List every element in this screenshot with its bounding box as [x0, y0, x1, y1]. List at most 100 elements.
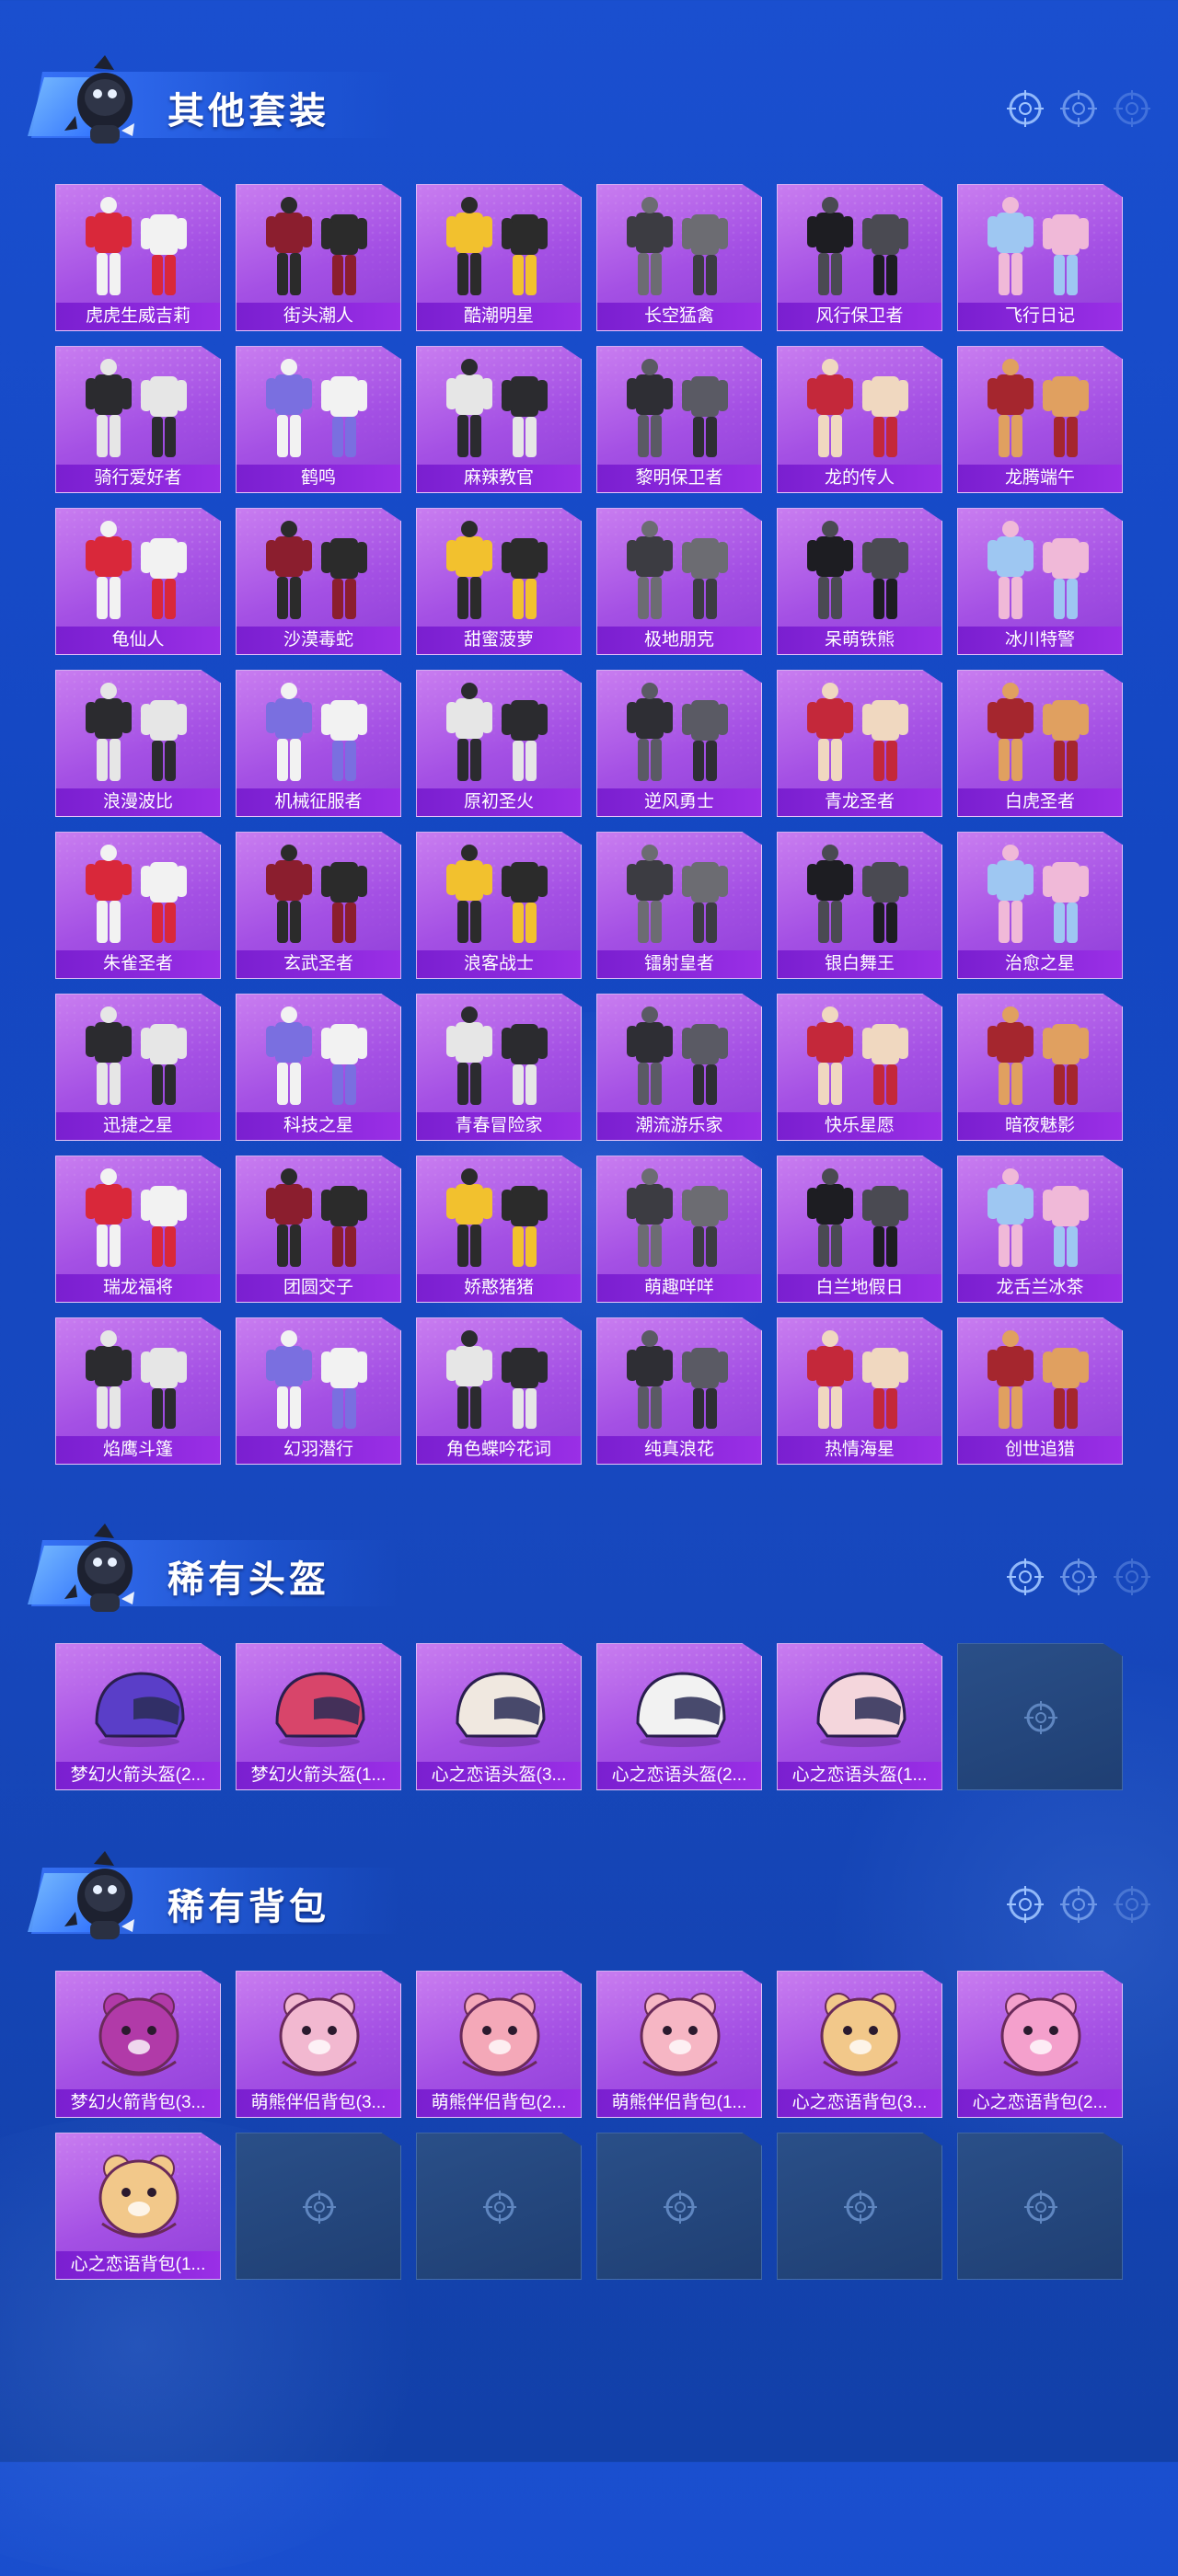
item-card[interactable]: 心之恋语背包(3... — [777, 1971, 942, 2118]
item-name: 酷潮明星 — [417, 303, 581, 330]
item-card[interactable]: 快乐星愿 — [777, 994, 942, 1141]
violet-outfit-icon — [616, 840, 745, 952]
item-card[interactable]: 白兰地假日 — [777, 1156, 942, 1303]
item-card[interactable]: 心之恋语背包(1... — [55, 2133, 221, 2280]
item-name: 风行保卫者 — [778, 303, 941, 330]
item-card[interactable]: 风行保卫者 — [777, 184, 942, 331]
empty-slot-icon — [660, 2187, 700, 2227]
item-name: 萌熊伴侣背包(2... — [417, 2089, 581, 2117]
item-card[interactable]: 鹤鸣 — [236, 346, 401, 493]
item-card[interactable]: 暗夜魅影 — [957, 994, 1123, 1141]
item-card[interactable]: 团圆交子 — [236, 1156, 401, 1303]
item-name: 心之恋语背包(1... — [56, 2251, 220, 2279]
item-name: 极地朋克 — [597, 627, 761, 654]
item-card[interactable]: 冰川特警 — [957, 508, 1123, 655]
yellow-outfit-icon — [435, 516, 564, 628]
item-card[interactable]: 梦幻火箭头盔(1... — [236, 1643, 401, 1790]
section-other-outfits: 其他套装 虎虎生威吉莉 街头潮人 酷潮明星 长空猛禽 风行保卫者 飞行日记 骑行… — [0, 40, 1178, 1465]
item-card[interactable]: 逆风勇士 — [596, 670, 762, 817]
item-card[interactable]: 角色蝶吟花词 — [416, 1317, 582, 1465]
pink-outfit-icon — [435, 1164, 564, 1276]
item-grid: 梦幻火箭背包(3... 萌熊伴侣背包(3... 萌熊伴侣背包(2... 萌熊伴侣… — [55, 1971, 1123, 2280]
item-name: 浪漫波比 — [56, 788, 220, 816]
section-header: 其他套装 — [0, 40, 1178, 144]
header-decoration — [1005, 1884, 1152, 1925]
item-card[interactable]: 龙舌兰冰茶 — [957, 1156, 1123, 1303]
empty-slot[interactable] — [777, 2133, 942, 2280]
item-card[interactable]: 黎明保卫者 — [596, 346, 762, 493]
item-card[interactable]: 焰鹰斗篷 — [55, 1317, 221, 1465]
white-uniform-outfit-icon — [435, 354, 564, 466]
item-card[interactable]: 心之恋语头盔(3... — [416, 1643, 582, 1790]
item-card[interactable]: 白虎圣者 — [957, 670, 1123, 817]
red-outfit-icon — [75, 192, 203, 305]
item-card[interactable]: 原初圣火 — [416, 670, 582, 817]
item-card[interactable]: 镭射皇者 — [596, 832, 762, 979]
item-card[interactable]: 青龙圣者 — [777, 670, 942, 817]
empty-slot[interactable] — [236, 2133, 401, 2280]
item-card[interactable]: 心之恋语头盔(2... — [596, 1643, 762, 1790]
item-card[interactable]: 麻辣教官 — [416, 346, 582, 493]
item-card[interactable]: 龟仙人 — [55, 508, 221, 655]
item-card[interactable]: 萌熊伴侣背包(1... — [596, 1971, 762, 2118]
item-card[interactable]: 虎虎生威吉莉 — [55, 184, 221, 331]
item-card[interactable]: 浪漫波比 — [55, 670, 221, 817]
item-card[interactable]: 甜蜜菠萝 — [416, 508, 582, 655]
item-card[interactable]: 治愈之星 — [957, 832, 1123, 979]
empty-slot[interactable] — [416, 2133, 582, 2280]
item-card[interactable]: 萌熊伴侣背包(3... — [236, 1971, 401, 2118]
item-card[interactable]: 银白舞王 — [777, 832, 942, 979]
item-card[interactable]: 龙腾端午 — [957, 346, 1123, 493]
item-name: 骑行爱好者 — [56, 465, 220, 492]
item-name: 瑞龙福将 — [56, 1274, 220, 1302]
item-card[interactable]: 科技之星 — [236, 994, 401, 1141]
item-card[interactable]: 心之恋语头盔(1... — [777, 1643, 942, 1790]
item-name: 快乐星愿 — [778, 1112, 941, 1140]
mascot-icon — [64, 55, 134, 144]
item-card[interactable]: 潮流游乐家 — [596, 994, 762, 1141]
camo-outfit-icon — [616, 192, 745, 305]
item-card[interactable]: 浪客战士 — [416, 832, 582, 979]
grey-dark-outfit-icon — [75, 1002, 203, 1114]
item-name: 萌趣咩咩 — [597, 1274, 761, 1302]
item-card[interactable]: 呆萌铁熊 — [777, 508, 942, 655]
empty-slot[interactable] — [596, 2133, 762, 2280]
empty-slot[interactable] — [957, 1643, 1123, 1790]
teal-dark-outfit-icon — [976, 1002, 1105, 1114]
item-card[interactable]: 街头潮人 — [236, 184, 401, 331]
item-card[interactable]: 青春冒险家 — [416, 994, 582, 1141]
section-rare-helmets: 稀有头盔 梦幻火箭头盔(2... 梦幻火箭头盔(1... 心之恋语头盔(3...… — [0, 1509, 1178, 1790]
item-card[interactable]: 极地朋克 — [596, 508, 762, 655]
item-card[interactable]: 迅捷之星 — [55, 994, 221, 1141]
item-name: 治愈之星 — [958, 950, 1122, 978]
section-title: 稀有头盔 — [167, 1559, 329, 1600]
item-card[interactable]: 萌熊伴侣背包(2... — [416, 1971, 582, 2118]
item-card[interactable]: 酷潮明星 — [416, 184, 582, 331]
item-card[interactable]: 瑞龙福将 — [55, 1156, 221, 1303]
item-name: 焰鹰斗篷 — [56, 1436, 220, 1464]
item-card[interactable]: 萌趣咩咩 — [596, 1156, 762, 1303]
item-card[interactable]: 沙漠毒蛇 — [236, 508, 401, 655]
item-card[interactable]: 长空猛禽 — [596, 184, 762, 331]
empty-slot[interactable] — [957, 2133, 1123, 2280]
item-card[interactable]: 梦幻火箭背包(3... — [55, 1971, 221, 2118]
item-card[interactable]: 朱雀圣者 — [55, 832, 221, 979]
orange-outfit-icon — [255, 1164, 384, 1276]
item-card[interactable]: 骑行爱好者 — [55, 346, 221, 493]
section-header: 稀有头盔 — [0, 1509, 1178, 1612]
item-card[interactable]: 龙的传人 — [777, 346, 942, 493]
item-card[interactable]: 心之恋语背包(2... — [957, 1971, 1123, 2118]
item-name: 青春冒险家 — [417, 1112, 581, 1140]
item-card[interactable]: 娇憨猪猪 — [416, 1156, 582, 1303]
item-grid: 梦幻火箭头盔(2... 梦幻火箭头盔(1... 心之恋语头盔(3... 心之恋语… — [55, 1643, 1123, 1790]
item-card[interactable]: 梦幻火箭头盔(2... — [55, 1643, 221, 1790]
item-card[interactable]: 幻羽潜行 — [236, 1317, 401, 1465]
item-name: 梦幻火箭背包(3... — [56, 2089, 220, 2117]
empty-slot-icon — [299, 2187, 340, 2227]
item-card[interactable]: 玄武圣者 — [236, 832, 401, 979]
item-card[interactable]: 纯真浪花 — [596, 1317, 762, 1465]
item-card[interactable]: 热情海星 — [777, 1317, 942, 1465]
item-card[interactable]: 机械征服者 — [236, 670, 401, 817]
item-card[interactable]: 创世追猎 — [957, 1317, 1123, 1465]
item-card[interactable]: 飞行日记 — [957, 184, 1123, 331]
